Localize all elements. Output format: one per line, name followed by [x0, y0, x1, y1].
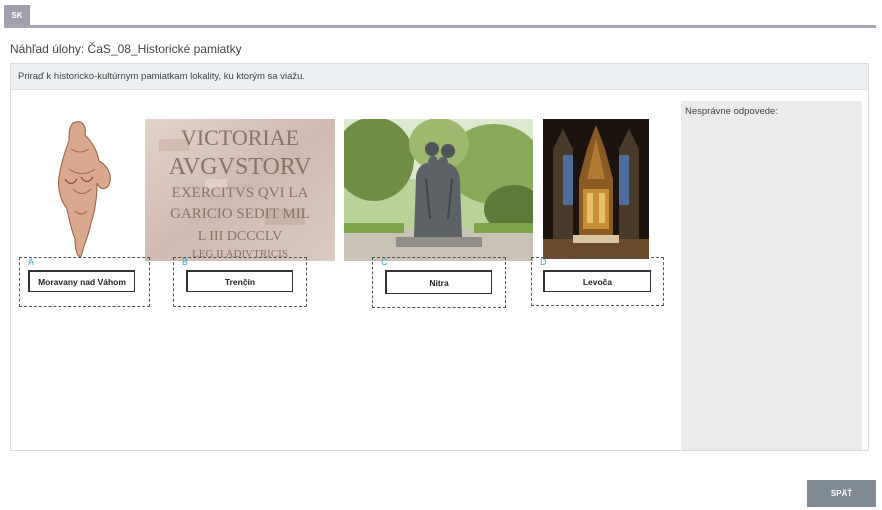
- picture-roman-inscription: VICTORIAE AVGVSTORV EXERCITVS QVI LA GAR…: [145, 119, 335, 261]
- picture-gothic-altar: [543, 119, 649, 259]
- venus-figurine-image: [58, 121, 111, 258]
- page-title: Náhľad úlohy: ČaS_08_Historické pamiatky: [10, 42, 242, 56]
- answer-levoca[interactable]: Levoča: [543, 270, 651, 292]
- wrong-answers-label: Nesprávne odpovede:: [685, 106, 778, 117]
- answer-trencin[interactable]: Trenčín: [186, 270, 293, 292]
- roman-inscription-image: VICTORIAE AVGVSTORV EXERCITVS QVI LA GAR…: [145, 119, 335, 261]
- top-divider: [4, 25, 876, 28]
- language-tab[interactable]: SK: [4, 5, 30, 26]
- dropzone-letter-b: B: [182, 257, 189, 267]
- statue-image: [344, 119, 533, 261]
- instruction-text: Priraď k historicko-kultúrnym pamiatkam …: [18, 71, 306, 82]
- dropzone-b[interactable]: B Trenčín: [173, 257, 307, 307]
- inscription-line-3: EXERCITVS QVI LA: [172, 185, 309, 201]
- inscription-line-1: VICTORIAE: [181, 125, 299, 150]
- task-panel: Priraď k historicko-kultúrnym pamiatkam …: [10, 63, 869, 451]
- dropzone-d[interactable]: D Levoča: [531, 257, 664, 306]
- dropzone-letter-a: A: [28, 257, 35, 267]
- wrong-answers-box[interactable]: Nesprávne odpovede:: [681, 101, 862, 450]
- answer-moravany-nad-vahom[interactable]: Moravany nad Váhom: [28, 270, 135, 292]
- top-bar: SK: [0, 0, 882, 29]
- inscription-line-4: GARICIO SEDIT MIL: [170, 206, 310, 222]
- picture-venus-figurine: [51, 119, 115, 259]
- altar-image: [543, 119, 649, 259]
- dropzone-a[interactable]: A Moravany nad Váhom: [19, 257, 150, 307]
- picture-cyril-methodius-statue: [344, 119, 533, 261]
- answer-nitra[interactable]: Nitra: [385, 270, 492, 294]
- instruction-bar: Priraď k historicko-kultúrnym pamiatkam …: [11, 64, 868, 90]
- dropzone-letter-c: C: [381, 257, 388, 267]
- dropzone-c[interactable]: C Nitra: [372, 257, 506, 308]
- inscription-line-5: L III DCCCLV: [198, 229, 283, 244]
- back-button[interactable]: SPÄŤ: [807, 480, 876, 507]
- inscription-line-2: AVGVSTORV: [169, 154, 312, 180]
- dropzone-letter-d: D: [540, 257, 547, 267]
